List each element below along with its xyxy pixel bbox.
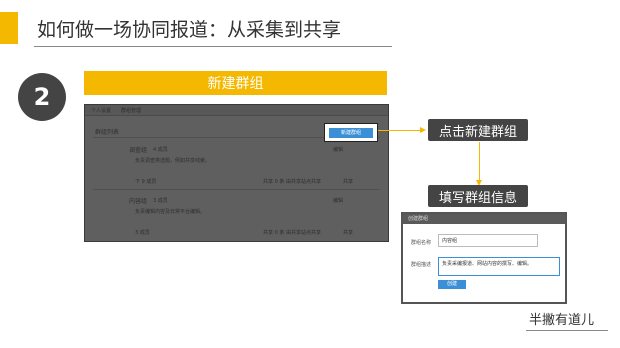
footer-underline (526, 330, 608, 331)
group-meta: 3 成员 (135, 230, 150, 236)
title-accent-bar (0, 12, 18, 44)
name-label: 群组名称 (411, 240, 432, 246)
step-title-banner: 新建群组 (84, 71, 387, 95)
divider (93, 189, 380, 190)
group-description-value: 负责采编报道、网站内容的撰写、编辑。 (442, 261, 533, 267)
group-name-input[interactable]: 内容组 (438, 234, 538, 247)
group-meta: 共享 0 条 由共享站点共享 (263, 179, 321, 185)
group-description: 负责调查类选题，例如共享线索。 (135, 158, 211, 164)
group-name: 调查组 (129, 147, 148, 154)
desc-label: 群组描述 (411, 262, 432, 268)
create-group-form-screenshot: 创建群组 群组名称 内容组 群组描述 负责采编报道、网站内容的撰写、编辑。 创建 (401, 212, 567, 304)
nav-tab-personal: 个人设置 (91, 108, 112, 114)
screenshot-top-nav: 个人设置 群组管理 (85, 105, 388, 116)
arrow-line (479, 142, 480, 180)
group-edit-link: 编辑 (333, 198, 344, 204)
group-meta: 下 9 成员 (135, 179, 157, 185)
form-header: 创建群组 (403, 214, 565, 224)
arrow-right-icon (420, 127, 426, 133)
new-group-button[interactable]: 新建群组 (329, 127, 373, 138)
callout-click-new-group: 点击新建群组 (428, 119, 528, 141)
group-meta: 共享 0 条 由共享站点共享 (263, 230, 321, 236)
footer-brand: 半撇有道儿 (529, 313, 595, 328)
group-description-textarea[interactable]: 负责采编报道、网站内容的撰写、编辑。 (438, 257, 560, 276)
nav-tab-groups: 群组管理 (121, 108, 142, 114)
group-meta: 共享 (343, 230, 354, 236)
arrow-line (378, 130, 420, 131)
slide-title: 如何做一场协同报道：从采集到共享 (37, 19, 342, 41)
new-group-button-highlight[interactable]: 新建群组 (324, 123, 378, 142)
title-underline (34, 46, 392, 47)
group-name: 内容组 (129, 198, 148, 205)
group-tag: 4 成员 (153, 147, 168, 153)
group-list-title: 群组列表 (95, 129, 120, 136)
callout-fill-group-info: 填写群组信息 (428, 185, 528, 207)
step-number-badge: 2 (18, 73, 66, 121)
group-tag: 3 成员 (153, 198, 168, 204)
create-button[interactable]: 创建 (438, 280, 466, 289)
group-meta: 共享 (343, 179, 354, 185)
group-name-value: 内容组 (442, 238, 458, 244)
group-edit-link: 编辑 (333, 147, 344, 153)
group-description: 负责编辑内容及日常平台编辑。 (135, 209, 206, 215)
